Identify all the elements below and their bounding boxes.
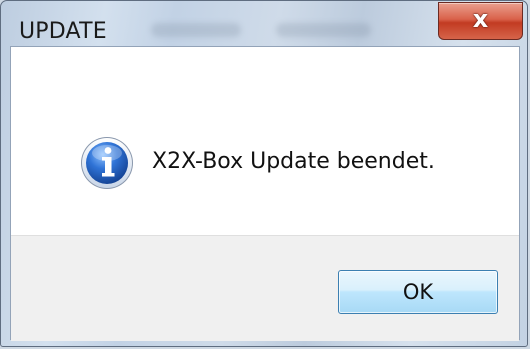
ok-button[interactable]: OK (338, 270, 498, 314)
close-button[interactable]: x (438, 2, 523, 40)
dialog-body: X2X-Box Update beendet. OK (10, 46, 520, 341)
window-title: UPDATE (19, 19, 107, 44)
close-icon: x (472, 5, 489, 33)
title-bar[interactable]: UPDATE x (1, 1, 527, 45)
background-blur (151, 23, 241, 37)
dialog-window: UPDATE x X2X-Box Update beendet. OK (0, 0, 528, 347)
message-text: X2X-Box Update beendet. (152, 149, 435, 174)
background-blur (276, 23, 371, 37)
button-bar: OK (11, 235, 519, 341)
info-icon (81, 137, 133, 189)
